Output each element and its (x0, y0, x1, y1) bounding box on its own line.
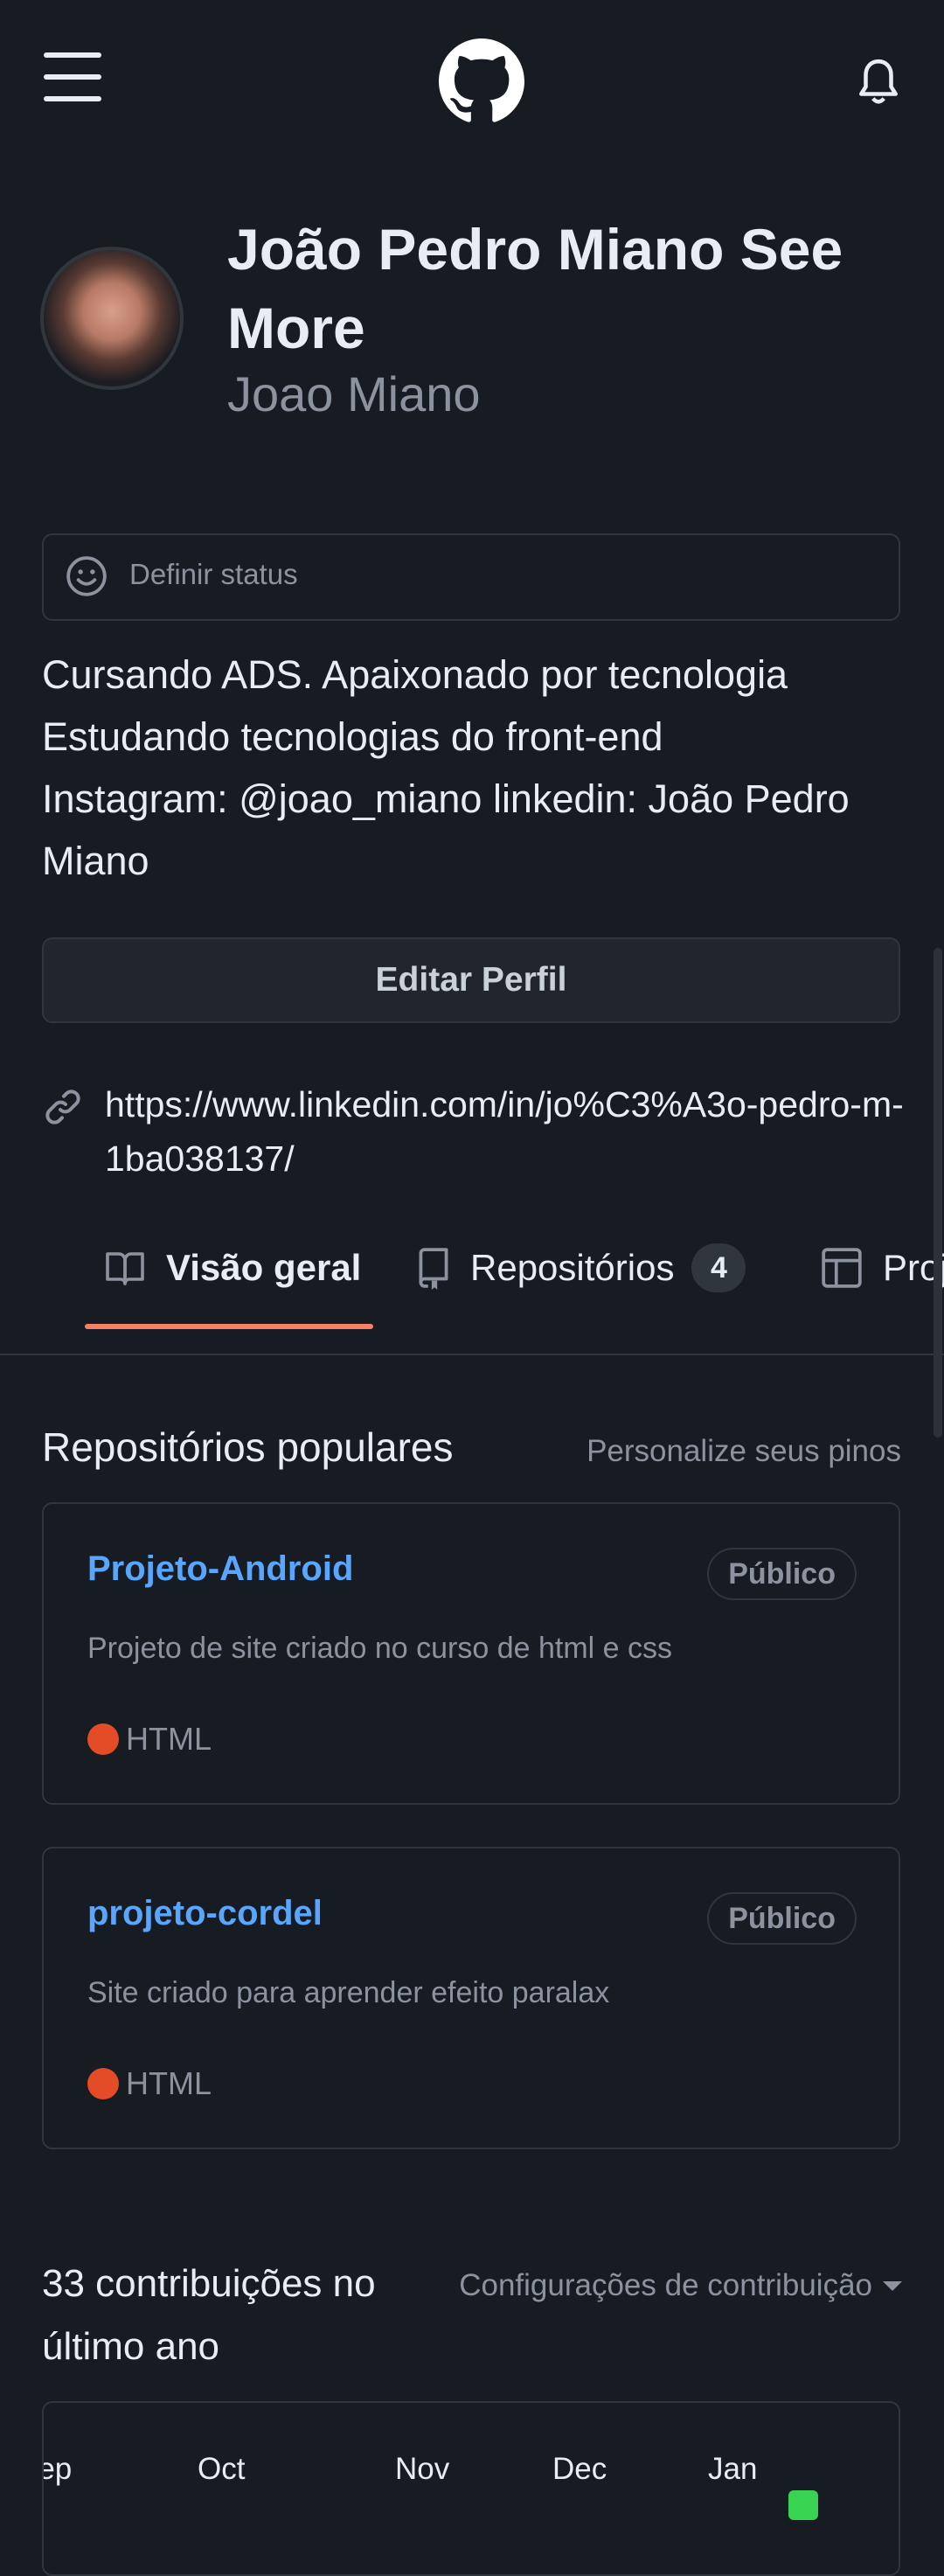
month-label: Oct (198, 2452, 246, 2486)
active-tab-indicator (85, 1324, 373, 1329)
status-placeholder: Definir status (129, 558, 298, 590)
visibility-badge: Público (707, 1548, 857, 1600)
language-label: HTML (126, 1721, 212, 1757)
bio-line: Estudando tecnologias do front-end (42, 714, 663, 759)
bio-line: Instagram: @joao_miano linkedin: João Pe… (42, 776, 850, 821)
repo-icon (419, 1248, 448, 1290)
hamburger-menu-icon[interactable] (44, 52, 101, 101)
tab-overview[interactable]: Visão geral (103, 1224, 361, 1312)
repo-description: Projeto de site criado no curso de html … (87, 1632, 672, 1665)
repo-language: HTML (87, 1721, 212, 1758)
bio-line: Cursando ADS. Apaixonado por tecnologia (42, 652, 788, 697)
repo-language: HTML (87, 2065, 212, 2102)
edit-profile-button[interactable]: Editar Perfil (42, 937, 900, 1023)
profile-tabs: Visão geral Repositórios 4 Projetos (0, 1224, 944, 1355)
contribution-day-cell[interactable] (788, 2490, 818, 2520)
link-icon (45, 1090, 80, 1124)
language-color-dot (87, 2068, 119, 2099)
repo-description: Site criado para aprender efeito paralax (87, 1976, 610, 2009)
tab-label: Visão geral (166, 1247, 362, 1288)
popular-repos-title: Repositórios populares (42, 1424, 454, 1470)
month-label: Dec (552, 2452, 607, 2486)
bell-icon[interactable] (857, 56, 900, 107)
profile-display-name: João Pedro Miano See More (227, 217, 843, 360)
repo-name-link[interactable]: Projeto-Android (87, 1549, 353, 1589)
table-icon (822, 1248, 862, 1288)
repositories-count-badge: 4 (691, 1243, 746, 1292)
visibility-badge: Público (707, 1892, 857, 1945)
contribution-settings-dropdown[interactable]: Configurações de contribuição (459, 2268, 902, 2303)
top-bar (0, 0, 944, 166)
profile-bio: Cursando ADS. Apaixonado por tecnologia … (42, 644, 916, 892)
repo-card[interactable]: projeto-cordel Público Site criado para … (42, 1847, 900, 2149)
month-label: Nov (395, 2452, 450, 2486)
bio-line: Miano (42, 839, 149, 883)
contribution-settings-label: Configurações de contribuição (459, 2268, 872, 2302)
github-logo-icon[interactable] (439, 38, 524, 124)
contributions-title: 33 contribuições no último ano (42, 2262, 376, 2368)
language-color-dot (87, 1723, 119, 1755)
tab-label: Repositórios (470, 1247, 675, 1288)
avatar[interactable] (40, 247, 184, 390)
repo-card[interactable]: Projeto-Android Público Projeto de site … (42, 1502, 900, 1805)
tab-projects[interactable]: Projetos (820, 1224, 944, 1312)
caret-down-icon (883, 2280, 902, 2291)
smiley-icon (66, 556, 107, 596)
customize-pins-link[interactable]: Personalize seus pinos (587, 1434, 901, 1469)
contribution-calendar[interactable]: Sep Oct Nov Dec Jan (42, 2401, 900, 2576)
language-label: HTML (126, 2065, 212, 2101)
profile-username: Joao Miano (227, 366, 481, 421)
month-label: Jan (708, 2452, 758, 2486)
website-link[interactable]: https://www.linkedin.com/in/jo%C3%A3o-pe… (105, 1077, 909, 1186)
repo-name-link[interactable]: projeto-cordel (87, 1894, 323, 1933)
divider (0, 1354, 944, 1355)
set-status-button[interactable]: Definir status (42, 533, 900, 621)
month-label: Sep (44, 2452, 73, 2486)
book-icon (106, 1252, 144, 1285)
page-scrollbar[interactable] (934, 948, 942, 1438)
tab-repositories[interactable]: Repositórios 4 (416, 1224, 746, 1312)
